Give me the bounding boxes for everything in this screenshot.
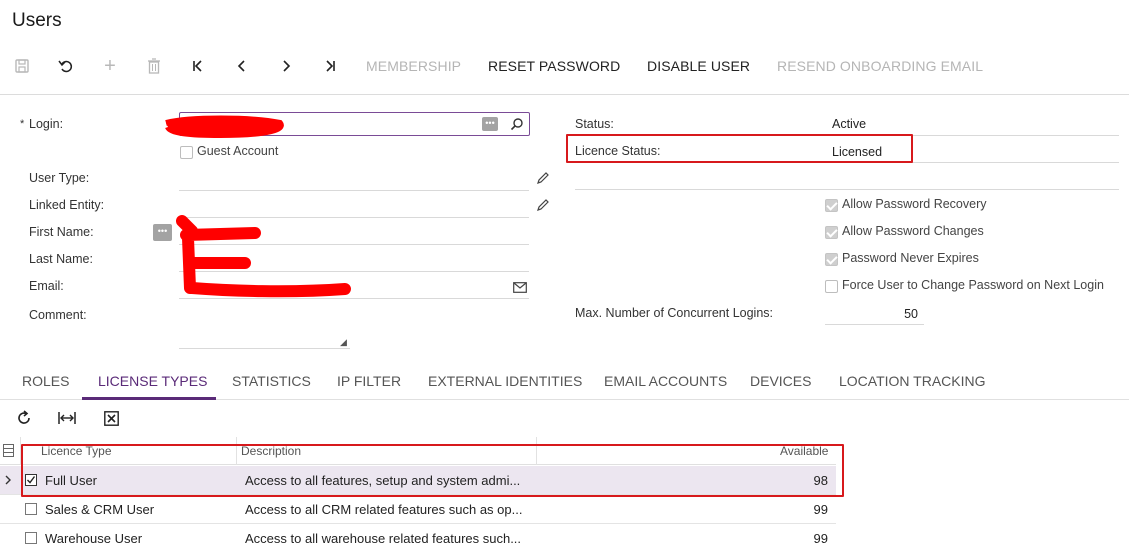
allow-password-recovery-checkbox[interactable] <box>825 199 838 212</box>
redaction-mark <box>165 115 284 139</box>
active-tab-indicator <box>82 397 216 400</box>
export-excel-icon[interactable] <box>104 411 119 429</box>
search-icon[interactable] <box>510 117 524 134</box>
mail-icon[interactable] <box>513 281 527 296</box>
resize-handle-icon[interactable]: ◢ <box>340 337 347 348</box>
tab-statistics[interactable]: STATISTICS <box>232 373 311 389</box>
tab-roles[interactable]: ROLES <box>22 373 69 389</box>
tab-bar: ROLES LICENSE TYPES STATISTICS IP FILTER… <box>0 362 1129 400</box>
disable-user-button[interactable]: DISABLE USER <box>647 58 750 74</box>
right-field-divider <box>575 189 1119 190</box>
edit-user-type-icon[interactable] <box>536 171 550 188</box>
comment-field[interactable] <box>179 348 350 349</box>
table-row[interactable]: Warehouse User Access to all warehouse r… <box>0 524 836 553</box>
row-checkbox[interactable] <box>25 503 37 515</box>
linked-entity-label: Linked Entity: <box>29 198 105 212</box>
tab-ip-filter[interactable]: IP FILTER <box>337 373 401 389</box>
allow-password-changes-label: Allow Password Changes <box>842 224 984 238</box>
last-name-label: Last Name: <box>29 252 93 266</box>
guest-account-label: Guest Account <box>197 144 279 158</box>
max-logins-label: Max. Number of Concurrent Logins: <box>575 306 774 320</box>
licence-type-cell: Warehouse User <box>45 531 143 546</box>
tab-email-accounts[interactable]: EMAIL ACCOUNTS <box>604 373 727 389</box>
resend-onboarding-email-button[interactable]: RESEND ONBOARDING EMAIL <box>777 58 983 74</box>
last-record-icon[interactable] <box>316 48 344 84</box>
allow-password-recovery-label: Allow Password Recovery <box>842 197 987 211</box>
licence-type-cell: Sales & CRM User <box>45 502 155 517</box>
license-types-grid: Licence Type Description Available Full … <box>0 437 1129 546</box>
previous-record-icon[interactable] <box>228 48 256 84</box>
user-summary-form: * Login: ••• Guest Account User Type: Li… <box>0 94 1129 358</box>
status-value: Active <box>832 117 867 131</box>
page-title: Users <box>12 10 62 31</box>
fit-columns-icon[interactable] <box>58 411 76 428</box>
login-label: Login: <box>29 117 64 131</box>
required-mark: * <box>20 118 25 130</box>
tab-devices[interactable]: DEVICES <box>750 373 811 389</box>
refresh-icon[interactable] <box>16 410 32 429</box>
highlight-box <box>21 444 844 497</box>
reset-password-button[interactable]: RESET PASSWORD <box>488 58 620 74</box>
save-icon[interactable] <box>8 48 36 84</box>
description-cell: Access to all warehouse related features… <box>245 531 522 546</box>
more-icon[interactable]: ••• <box>482 117 498 131</box>
column-settings-icon[interactable] <box>3 444 14 460</box>
row-selector-chevron-icon <box>4 474 12 489</box>
password-never-expires-checkbox[interactable] <box>825 253 838 266</box>
membership-button[interactable]: MEMBERSHIP <box>366 58 461 74</box>
add-icon[interactable]: + <box>96 48 124 84</box>
edit-linked-entity-icon[interactable] <box>536 198 550 215</box>
user-type-label: User Type: <box>29 171 90 185</box>
first-record-icon[interactable] <box>184 48 212 84</box>
tab-external-identities[interactable]: EXTERNAL IDENTITIES <box>428 373 582 389</box>
description-cell: Access to all CRM related features such … <box>245 502 523 517</box>
tab-license-types[interactable]: LICENSE TYPES <box>98 373 207 389</box>
guest-account-checkbox[interactable] <box>180 146 193 159</box>
first-name-label: First Name: <box>29 225 94 239</box>
grid-toolbar <box>0 404 1129 434</box>
available-cell: 99 <box>813 531 828 546</box>
password-never-expires-label: Password Never Expires <box>842 251 979 265</box>
email-label: Email: <box>29 279 64 293</box>
comment-label: Comment: <box>29 308 87 322</box>
max-logins-value: 50 <box>904 307 918 321</box>
redaction-mark <box>176 215 351 298</box>
row-checkbox[interactable] <box>25 532 37 544</box>
force-change-password-checkbox[interactable] <box>825 280 838 293</box>
table-row[interactable]: Sales & CRM User Access to all CRM relat… <box>0 495 836 524</box>
tab-location-tracking[interactable]: LOCATION TRACKING <box>839 373 986 389</box>
status-label: Status: <box>575 117 614 131</box>
next-record-icon[interactable] <box>272 48 300 84</box>
max-logins-input[interactable]: 50 <box>825 304 924 325</box>
toolbar: + MEMBERSHIP RESET PASSWORD DISABLE USER… <box>0 48 1129 84</box>
user-type-field[interactable] <box>179 190 529 191</box>
allow-password-changes-checkbox[interactable] <box>825 226 838 239</box>
available-cell: 99 <box>813 502 828 517</box>
undo-icon[interactable] <box>52 48 80 84</box>
delete-icon[interactable] <box>140 48 168 84</box>
highlight-box <box>566 134 913 163</box>
force-change-password-label: Force User to Change Password on Next Lo… <box>842 278 1104 292</box>
